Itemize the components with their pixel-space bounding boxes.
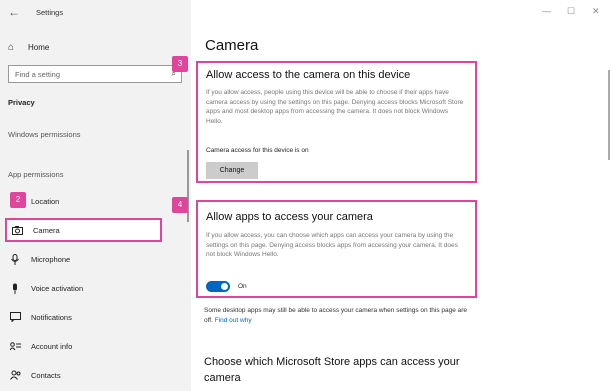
account-info-icon: [9, 340, 21, 352]
sidebar-item-label: Camera: [33, 225, 60, 235]
maximize-button[interactable]: ☐: [567, 6, 575, 17]
sidebar-item-label: Location: [31, 196, 60, 206]
camera-icon: [11, 224, 23, 236]
sidebar-item-label: Notifications: [31, 312, 72, 322]
toggle-knob: [221, 283, 228, 290]
sidebar-item-contacts[interactable]: Contacts: [5, 364, 162, 386]
main-content: — ☐ ✕ Camera Allow access to the camera …: [172, 0, 612, 391]
apps-access-description: If you allow access, you can choose whic…: [206, 232, 458, 258]
home-nav-item[interactable]: ⌂ Home: [8, 40, 49, 54]
voice-icon: [9, 282, 21, 294]
sidebar-item-label: Account info: [31, 341, 73, 351]
section-title: Privacy: [8, 98, 35, 107]
store-apps-heading: Choose which Microsoft Store apps can ac…: [204, 356, 460, 384]
device-access-description: If you allow access, people using this d…: [206, 89, 464, 125]
app-permissions-heading: App permissions: [8, 170, 64, 179]
sidebar-item-location[interactable]: ⌖ Location: [5, 190, 162, 212]
sidebar: ← Settings ⌂ Home Find a setting ⌕ Priva…: [0, 0, 191, 391]
apps-access-toggle[interactable]: [206, 281, 230, 292]
sidebar-item-account-info[interactable]: Account info: [5, 335, 162, 357]
sidebar-item-microphone[interactable]: Microphone: [5, 248, 162, 270]
device-access-section: Allow access to the camera on this devic…: [196, 61, 477, 183]
page-title: Camera: [205, 37, 259, 54]
home-icon: ⌂: [8, 41, 15, 53]
apps-access-section: Allow apps to access your camera If you …: [196, 200, 477, 298]
toggle-state-label: On: [238, 283, 247, 290]
notifications-icon: [9, 311, 21, 323]
search-placeholder: Find a setting: [15, 70, 61, 79]
step-badge-2: 2: [10, 192, 26, 208]
search-input[interactable]: Find a setting ⌕: [8, 65, 182, 83]
sidebar-item-label: Microphone: [31, 254, 71, 264]
title-bar: ← Settings: [0, 0, 191, 26]
device-access-heading: Allow access to the camera on this devic…: [206, 69, 411, 81]
microphone-icon: [9, 253, 21, 265]
find-out-why-link[interactable]: Find out why: [215, 317, 252, 324]
contacts-icon: [9, 369, 21, 381]
sidebar-item-label: Contacts: [31, 370, 61, 380]
sidebar-item-notifications[interactable]: Notifications: [5, 306, 162, 328]
minimize-button[interactable]: —: [542, 6, 551, 16]
step-badge-3: 3: [172, 56, 188, 72]
change-button[interactable]: Change: [206, 162, 258, 179]
home-label: Home: [28, 42, 50, 52]
sidebar-item-camera[interactable]: Camera: [5, 218, 162, 242]
main-scrollbar[interactable]: [608, 70, 610, 160]
window-title: Settings: [36, 8, 64, 17]
close-button[interactable]: ✕: [592, 6, 600, 17]
apps-access-toggle-row: On: [206, 281, 247, 292]
windows-permissions-heading: Windows permissions: [8, 130, 81, 139]
sidebar-item-label: Voice activation: [31, 283, 84, 293]
step-badge-4: 4: [172, 197, 188, 213]
desktop-apps-note: Some desktop apps may still be able to a…: [204, 306, 472, 325]
device-access-status: Camera access for this device is on: [206, 147, 309, 154]
back-button[interactable]: ←: [8, 5, 20, 19]
sidebar-item-voice-activation[interactable]: Voice activation: [5, 277, 162, 299]
apps-access-heading: Allow apps to access your camera: [206, 211, 373, 223]
